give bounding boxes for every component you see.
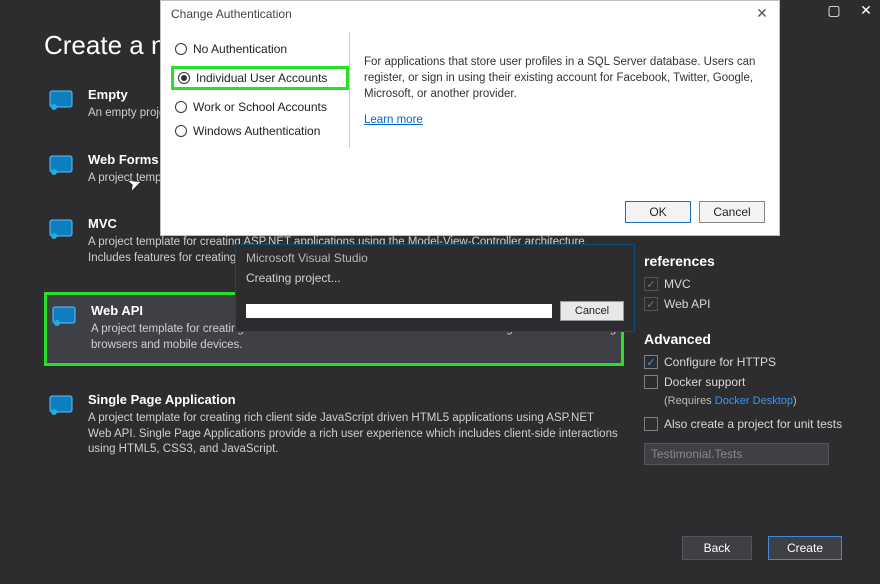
cancel-button[interactable]: Cancel xyxy=(699,201,765,223)
template-icon xyxy=(48,392,74,418)
template-name: Single Page Application xyxy=(88,392,620,407)
close-icon[interactable]: ✕ xyxy=(852,0,880,20)
reference-label: Web API xyxy=(664,297,710,311)
template-icon xyxy=(51,303,77,329)
radio-icon xyxy=(178,72,190,84)
checkbox-icon xyxy=(644,277,658,291)
restore-icon[interactable]: ▢ xyxy=(820,0,848,20)
auth-options: No Authentication Individual User Accoun… xyxy=(175,32,350,148)
close-icon[interactable]: ✕ xyxy=(751,5,773,22)
progress-bar xyxy=(246,304,552,318)
references-section: references MVC Web API xyxy=(644,253,850,311)
docker-support[interactable]: Docker support xyxy=(644,375,850,389)
auth-option-none[interactable]: No Authentication xyxy=(175,42,345,56)
reference-label: MVC xyxy=(664,277,691,291)
auth-option-individual[interactable]: Individual User Accounts xyxy=(171,66,349,90)
unit-tests-project-name xyxy=(644,443,829,465)
auth-description-panel: For applications that store user profile… xyxy=(364,32,759,148)
progress-title: Microsoft Visual Studio xyxy=(236,245,634,269)
learn-more-link[interactable]: Learn more xyxy=(364,114,423,126)
checkbox-icon xyxy=(644,297,658,311)
checkbox-icon xyxy=(644,375,658,389)
docker-requires: (Requires Docker Desktop) xyxy=(664,395,850,407)
create-button[interactable]: Create xyxy=(768,536,842,560)
template-icon xyxy=(48,216,74,242)
window-controls: ▢ ✕ xyxy=(820,0,880,20)
creating-project-dialog: Microsoft Visual Studio Creating project… xyxy=(235,244,635,332)
radio-label: Work or School Accounts xyxy=(193,100,327,114)
template-desc: A project template for creating rich cli… xyxy=(88,411,620,458)
create-unit-tests[interactable]: Also create a project for unit tests xyxy=(644,417,850,431)
checkbox-icon xyxy=(644,355,658,369)
auth-dialog-title: Change Authentication xyxy=(171,7,292,21)
change-authentication-dialog: Change Authentication ✕ No Authenticatio… xyxy=(160,0,780,236)
template-icon xyxy=(48,87,74,113)
advanced-heading: Advanced xyxy=(644,331,850,347)
checkbox-label: Also create a project for unit tests xyxy=(664,417,842,431)
radio-icon xyxy=(175,43,187,55)
radio-label: No Authentication xyxy=(193,42,287,56)
configure-https[interactable]: Configure for HTTPS xyxy=(644,355,850,369)
back-button[interactable]: Back xyxy=(682,536,752,560)
references-heading: references xyxy=(644,253,850,269)
checkbox-icon xyxy=(644,417,658,431)
auth-option-workschool[interactable]: Work or School Accounts xyxy=(175,100,345,114)
radio-label: Individual User Accounts xyxy=(196,71,327,85)
docker-desktop-link[interactable]: Docker Desktop xyxy=(715,395,793,407)
radio-icon xyxy=(175,125,187,137)
template-spa[interactable]: Single Page Application A project templa… xyxy=(44,388,624,462)
checkbox-label: Docker support xyxy=(664,375,745,389)
auth-description: For applications that store user profile… xyxy=(364,54,759,102)
advanced-section: Advanced Configure for HTTPS Docker supp… xyxy=(644,331,850,465)
radio-label: Windows Authentication xyxy=(193,124,320,138)
reference-webapi[interactable]: Web API xyxy=(644,297,850,311)
progress-cancel-button[interactable]: Cancel xyxy=(560,301,624,321)
wizard-buttons: Back Create xyxy=(682,536,842,560)
reference-mvc[interactable]: MVC xyxy=(644,277,850,291)
auth-option-windows[interactable]: Windows Authentication xyxy=(175,124,345,138)
radio-icon xyxy=(175,101,187,113)
template-icon xyxy=(48,152,74,178)
ok-button[interactable]: OK xyxy=(625,201,691,223)
checkbox-label: Configure for HTTPS xyxy=(664,355,776,369)
progress-message: Creating project... xyxy=(236,269,634,297)
